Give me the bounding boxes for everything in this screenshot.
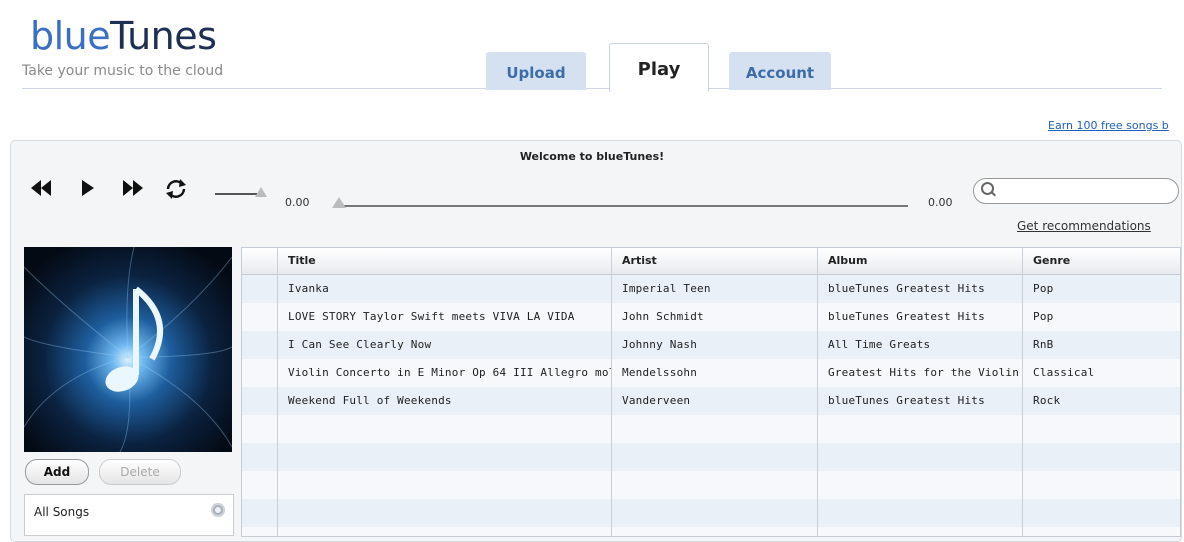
free-songs-link[interactable]: Earn 100 free songs b (1048, 119, 1169, 132)
previous-icon[interactable] (30, 178, 52, 202)
cell-album: All Time Greats (828, 338, 931, 351)
empty-row (242, 415, 1180, 443)
delete-button[interactable]: Delete (99, 459, 181, 485)
cell-album: blueTunes Greatest Hits (828, 394, 985, 407)
column-header-artist[interactable]: Artist (612, 248, 818, 274)
playlist-item-all-songs[interactable]: All Songs (24, 494, 234, 536)
progress-handle[interactable] (332, 197, 346, 208)
cell-genre: Pop (1033, 310, 1054, 323)
add-button[interactable]: Add (25, 459, 89, 485)
music-note-icon (24, 247, 232, 452)
album-art (24, 247, 232, 452)
empty-row (242, 471, 1180, 499)
progress-bar[interactable] (340, 205, 908, 207)
cell-title: Weekend Full of Weekends (288, 394, 452, 407)
column-divider (1022, 248, 1023, 536)
tagline: Take your music to the cloud (22, 63, 224, 79)
table-header: Title Artist Album Genre (242, 248, 1180, 275)
cell-artist: Imperial Teen (622, 282, 711, 295)
tab-account[interactable]: Account (729, 52, 831, 90)
cell-artist: Johnny Nash (622, 338, 698, 351)
cell-album: blueTunes Greatest Hits (828, 282, 985, 295)
cell-artist: John Schmidt (622, 310, 704, 323)
cell-genre: Rock (1033, 394, 1061, 407)
table-row[interactable]: LOVE STORY Taylor Swift meets VIVA LA VI… (242, 303, 1180, 331)
play-icon[interactable] (80, 178, 96, 202)
table-row[interactable]: Violin Concerto in E Minor Op 64 III All… (242, 359, 1180, 387)
cell-title: Violin Concerto in E Minor Op 64 III All… (288, 366, 612, 379)
cell-artist: Vanderveen (622, 394, 691, 407)
time-elapsed: 0.00 (285, 196, 310, 209)
table-row[interactable]: Weekend Full of Weekends Vanderveen blue… (242, 387, 1180, 415)
cell-title: LOVE STORY Taylor Swift meets VIVA LA VI… (288, 310, 575, 323)
time-total: 0.00 (928, 196, 953, 209)
songs-table: Title Artist Album Genre Ivanka Imperial… (241, 247, 1181, 537)
cell-artist: Mendelssohn (622, 366, 698, 379)
repeat-icon[interactable] (164, 178, 188, 204)
welcome-message: Welcome to blueTunes! (519, 150, 665, 163)
search-icon (981, 182, 994, 195)
cell-title: I Can See Clearly Now (288, 338, 432, 351)
cell-genre: Classical (1033, 366, 1095, 379)
tab-play[interactable]: Play (609, 43, 709, 92)
empty-row (242, 499, 1180, 527)
bluetunes-logo: blueTunes (30, 14, 217, 58)
gear-icon[interactable] (211, 503, 225, 517)
search-input[interactable] (1000, 182, 1172, 200)
playlist-label: All Songs (34, 505, 90, 519)
header-divider (22, 88, 1162, 89)
column-divider (611, 248, 612, 536)
logo-text-blue: blue (30, 14, 111, 58)
column-divider (817, 248, 818, 536)
column-header-genre[interactable]: Genre (1023, 248, 1180, 274)
empty-row (242, 527, 1180, 536)
volume-slider-handle[interactable] (255, 187, 267, 197)
search-box[interactable] (973, 178, 1179, 204)
logo-text-tunes: Tunes (110, 14, 217, 58)
tab-upload[interactable]: Upload (486, 52, 586, 90)
column-header-title[interactable]: Title (278, 248, 612, 274)
get-recommendations-link[interactable]: Get recommendations (1017, 219, 1151, 233)
cell-album: blueTunes Greatest Hits (828, 310, 985, 323)
volume-slider-track[interactable] (215, 193, 257, 195)
empty-row (242, 443, 1180, 471)
column-header-album[interactable]: Album (818, 248, 1023, 274)
table-row[interactable]: I Can See Clearly Now Johnny Nash All Ti… (242, 331, 1180, 359)
cell-genre: Pop (1033, 282, 1054, 295)
column-divider (277, 248, 278, 536)
cell-album: Greatest Hits for the Violin (828, 366, 1020, 379)
cell-title: Ivanka (288, 282, 329, 295)
cell-genre: RnB (1033, 338, 1054, 351)
table-row[interactable]: Ivanka Imperial Teen blueTunes Greatest … (242, 275, 1180, 303)
next-icon[interactable] (122, 178, 144, 202)
